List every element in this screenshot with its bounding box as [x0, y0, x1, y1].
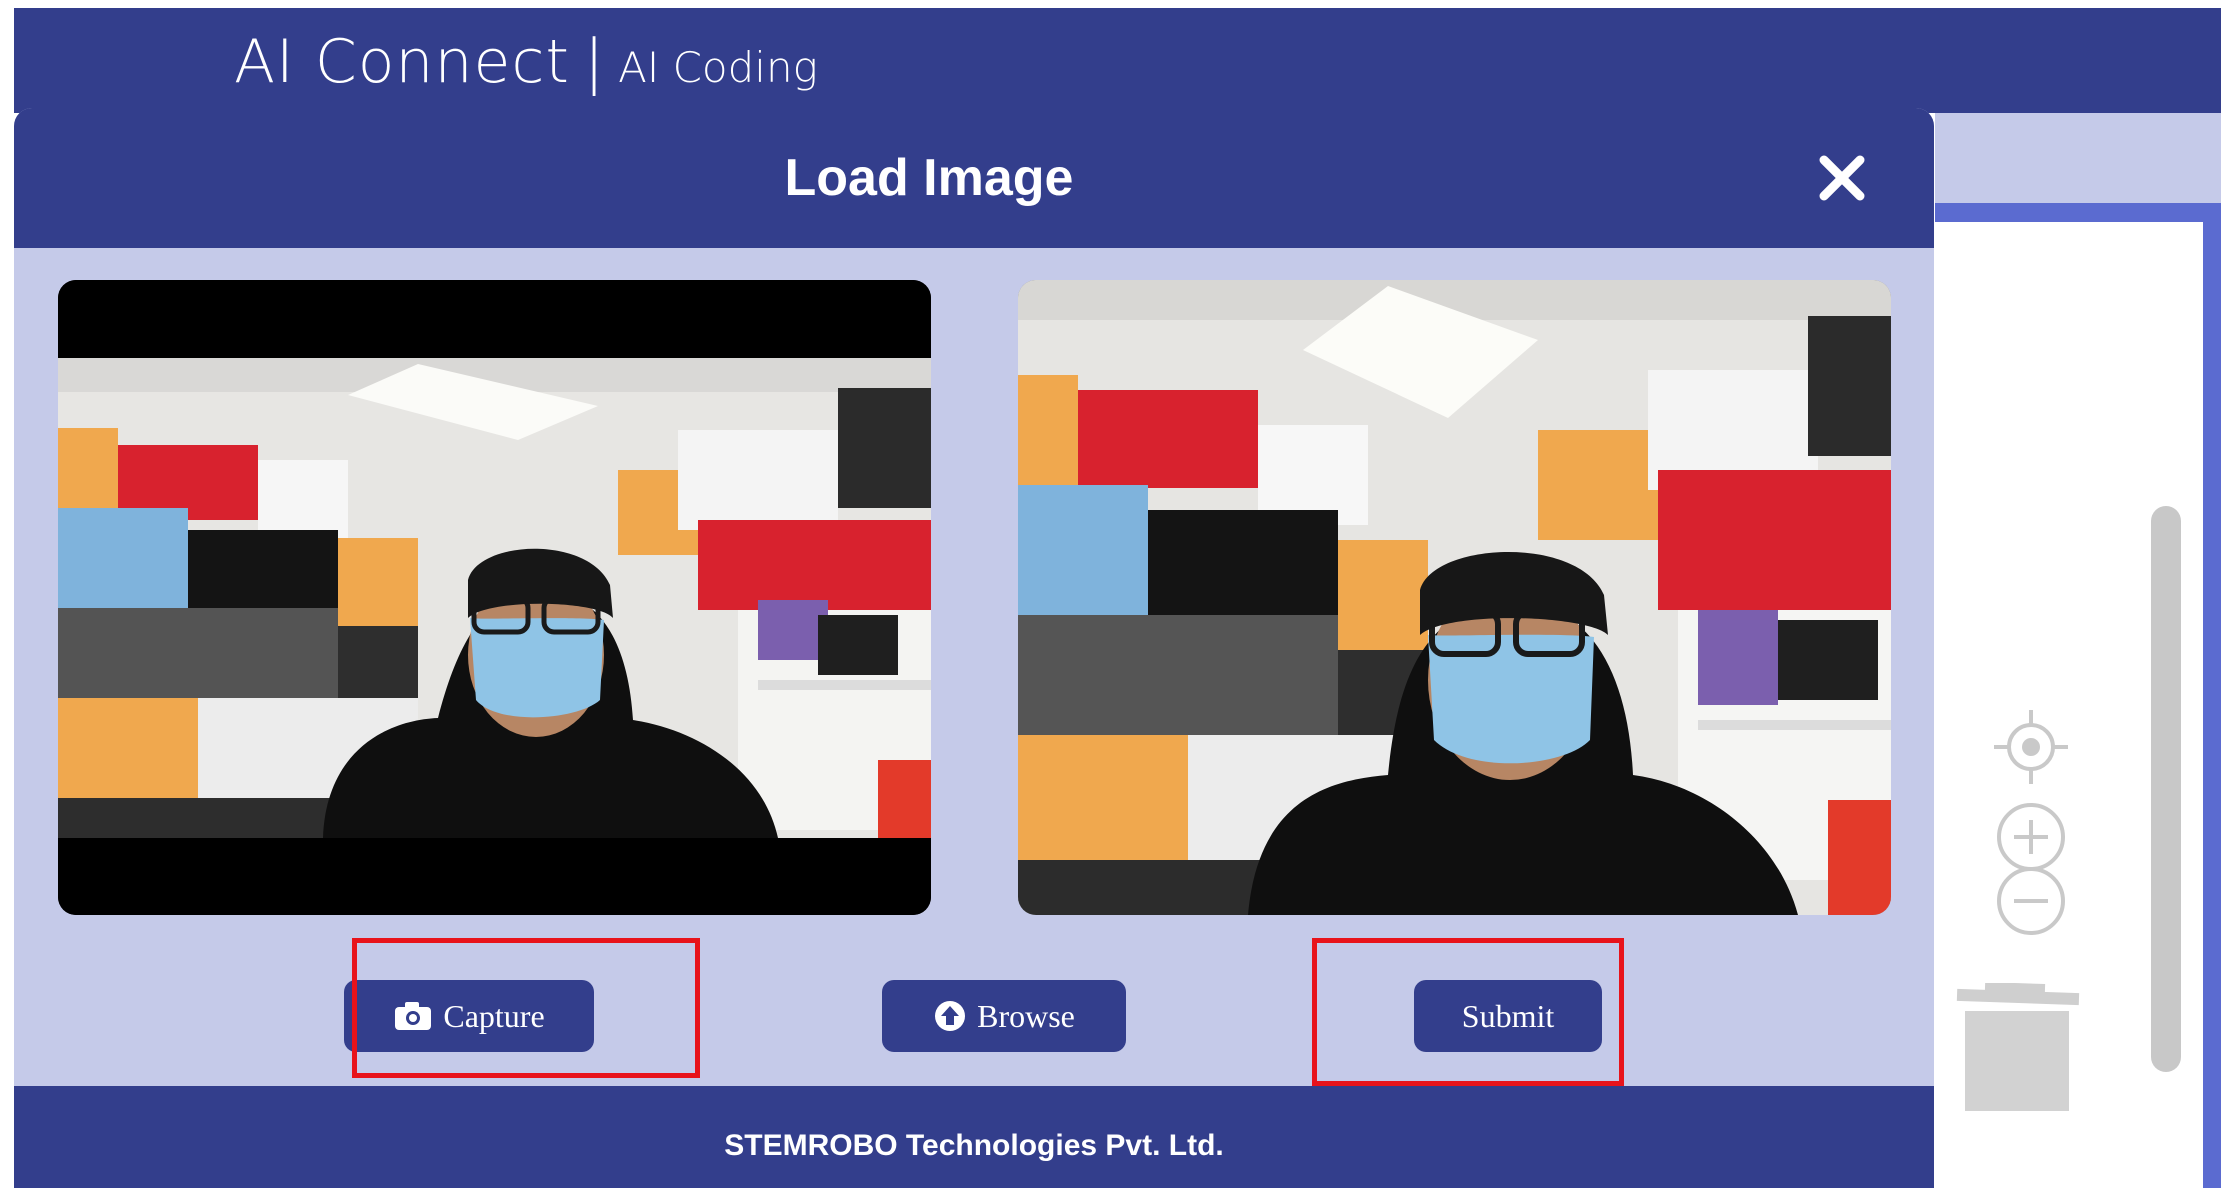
close-icon[interactable] — [1814, 150, 1870, 206]
title-separator: | — [583, 27, 605, 97]
upload-circle-icon — [935, 1001, 966, 1031]
webcam-preview-image — [58, 280, 931, 915]
footer-text: STEMROBO Technologies Pvt. Ltd. — [724, 1129, 1224, 1162]
page: AI Connect | AI Coding Load Image Captur… — [0, 0, 2221, 1188]
app-title-main: AI Connect — [234, 27, 570, 97]
submit-highlight-box — [1312, 938, 1624, 1086]
modal-footer: STEMROBO Technologies Pvt. Ltd. — [14, 1086, 1934, 1188]
zoom-out-icon[interactable] — [1994, 864, 2068, 938]
captured-image-photo — [1018, 280, 1891, 915]
workspace-scrollbar[interactable] — [2151, 506, 2181, 1072]
captured-image — [1018, 280, 1891, 915]
capture-highlight-box — [352, 938, 700, 1078]
zoom-in-icon[interactable] — [1994, 800, 2068, 874]
recenter-icon[interactable] — [1990, 706, 2072, 788]
browse-button[interactable]: Browse — [882, 980, 1126, 1052]
modal-header: Load Image — [14, 108, 1934, 248]
webcam-preview — [58, 280, 931, 915]
app-title: AI Connect | AI Coding — [234, 22, 818, 117]
browse-label: Browse — [977, 997, 1075, 1034]
workspace-toolbar-strip — [1935, 113, 2221, 203]
app-header: AI Connect | AI Coding — [14, 8, 2221, 113]
app-title-sub: AI Coding — [618, 43, 818, 92]
load-image-modal: Load Image Capture Browse Submit STEMROB… — [14, 108, 1934, 1188]
trash-icon[interactable] — [1955, 983, 2081, 1113]
modal-title: Load Image — [784, 149, 1074, 207]
